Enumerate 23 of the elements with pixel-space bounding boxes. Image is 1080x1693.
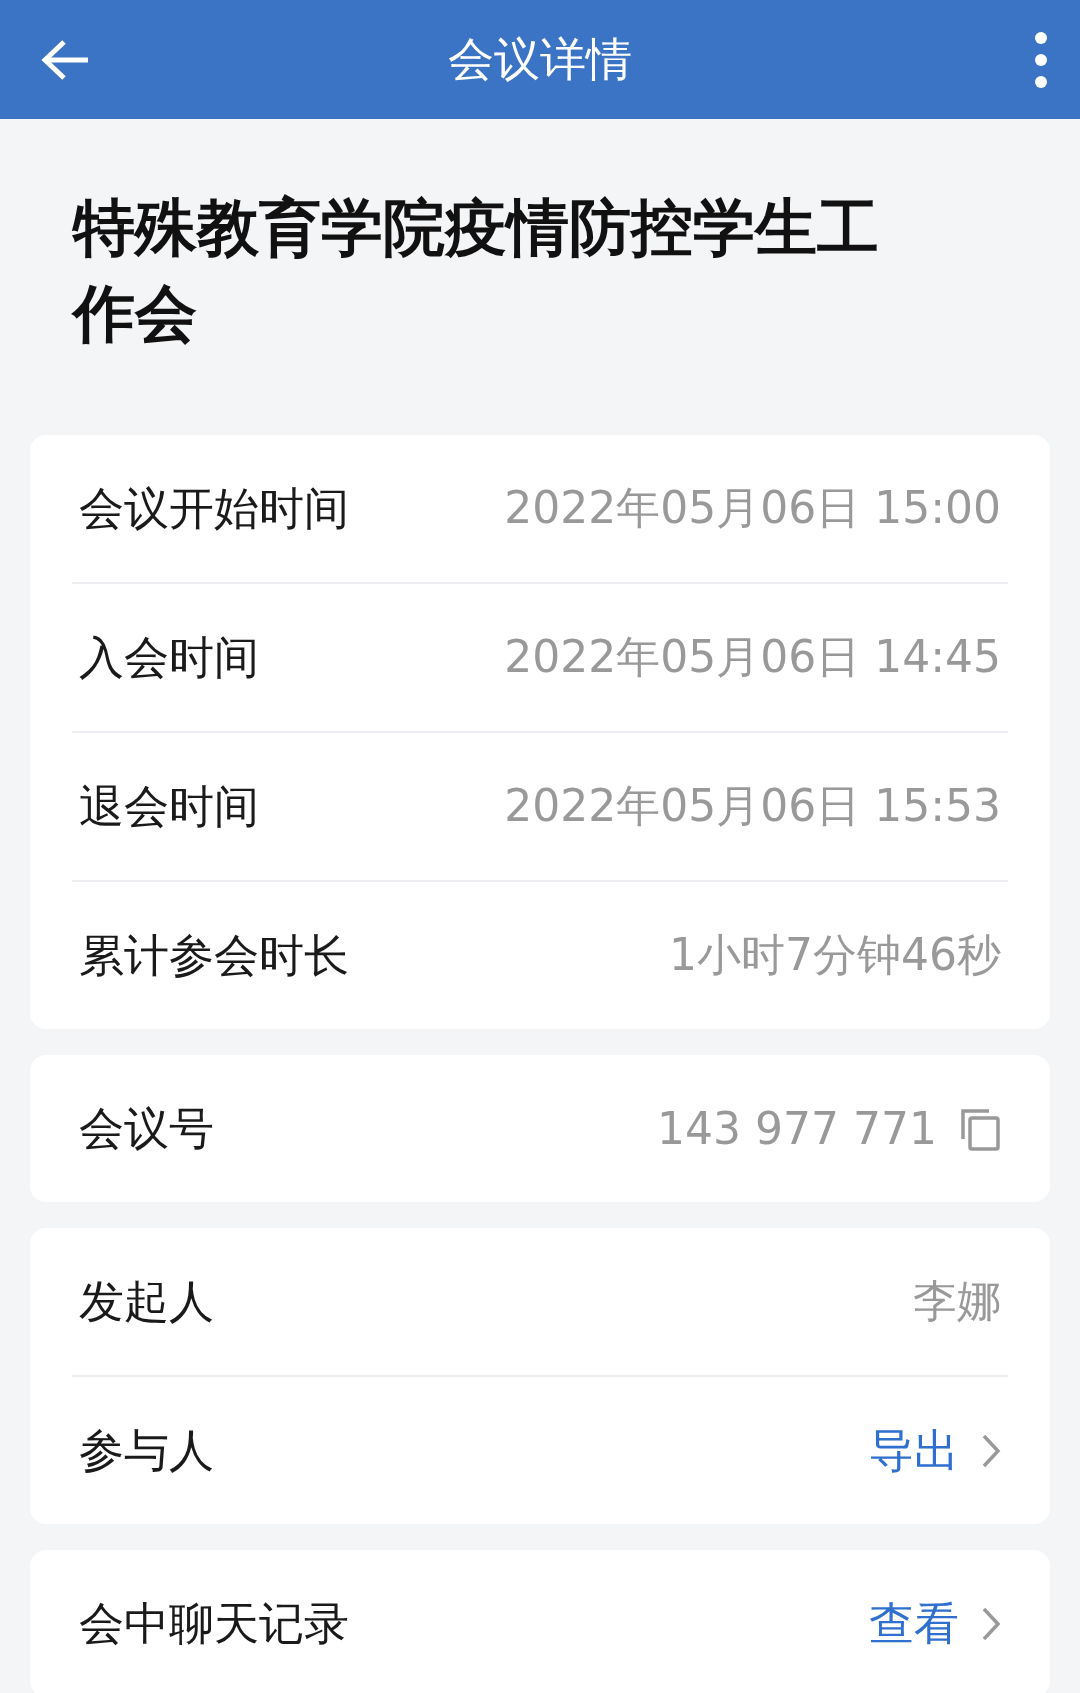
row-value: 李娜 — [913, 1274, 1001, 1328]
row-value: 2022年05月06日 15:00 — [504, 481, 1001, 535]
row-label: 发起人 — [79, 1273, 214, 1330]
row-label: 入会时间 — [79, 629, 259, 686]
more-vertical-icon — [1034, 30, 1048, 89]
row-label: 会中聊天记录 — [79, 1595, 349, 1652]
chevron-right-icon — [981, 1432, 1001, 1469]
row-link[interactable]: 查看 — [869, 1593, 959, 1654]
row-label: 参与人 — [79, 1422, 214, 1479]
row-label: 会议号 — [79, 1100, 214, 1157]
copy-icon[interactable] — [959, 1106, 1001, 1151]
row-label: 累计参会时长 — [79, 927, 349, 984]
row-label: 会议开始时间 — [79, 480, 349, 537]
row-value: 2022年05月06日 14:45 — [504, 630, 1001, 684]
back-arrow-icon — [40, 37, 90, 82]
row-link[interactable]: 导出 — [869, 1420, 959, 1481]
meeting-number: 143 977 771 — [657, 1103, 937, 1154]
row-label: 退会时间 — [79, 778, 259, 835]
row-value: 2022年05月06日 15:53 — [504, 779, 1001, 833]
row-value: 1小时7分钟46秒 — [669, 928, 1001, 982]
meeting-title: 特殊教育学院疫情防控学生工作会 — [70, 190, 880, 352]
chevron-right-icon — [981, 1605, 1001, 1642]
page-title: 会议详情 — [448, 31, 632, 86]
